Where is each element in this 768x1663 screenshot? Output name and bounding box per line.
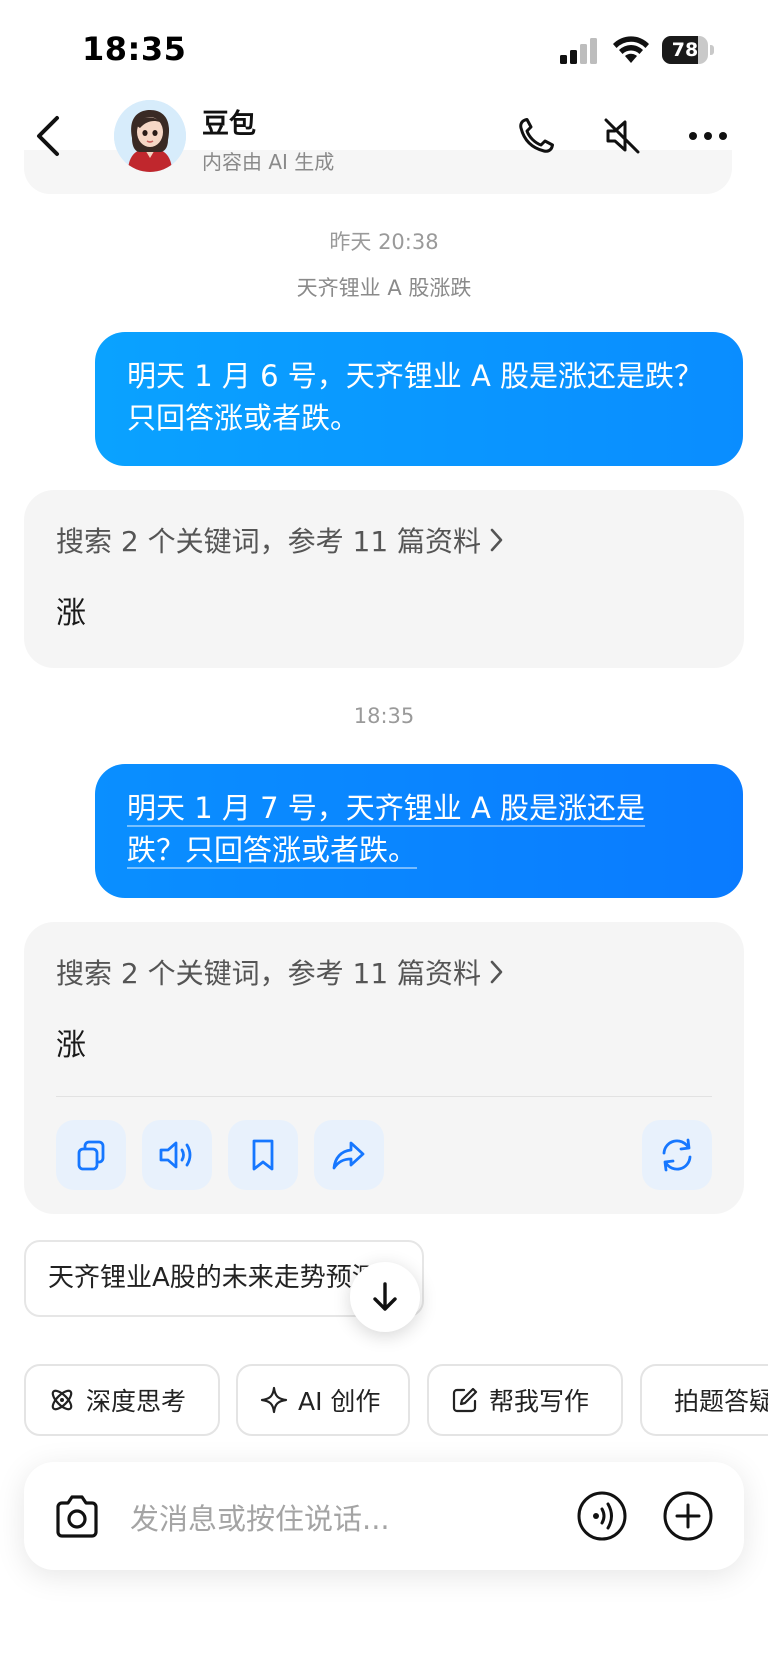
chip-label: AI 创作 [298, 1387, 381, 1416]
call-button[interactable] [512, 112, 560, 160]
camera-icon[interactable] [52, 1492, 102, 1542]
search-summary[interactable]: 搜索 2 个关键词，参考 11 篇资料 [56, 952, 505, 992]
bookmark-icon [252, 1139, 274, 1171]
regenerate-button[interactable] [642, 1120, 712, 1190]
arrow-down-icon [373, 1282, 397, 1311]
chevron-right-icon [490, 528, 503, 552]
chevron-right-icon [490, 960, 503, 984]
user-message-bubble[interactable]: 明天 1 月 7 号，天齐锂业 A 股是涨还是 跌？只回答涨或者跌。 [95, 764, 743, 898]
user-message-bubble[interactable]: 明天 1 月 6 号，天齐锂业 A 股是涨还是跌？只回答涨或者跌。 [95, 332, 743, 466]
timestamp: 18:35 [353, 704, 415, 728]
message-input[interactable]: 发消息或按住说话... [130, 1496, 390, 1538]
battery-percent: 78 [671, 39, 699, 61]
chevron-left-icon [37, 116, 59, 156]
timestamp: 昨天 20:38 [329, 230, 439, 254]
contact-name: 豆包 [202, 109, 256, 140]
chip-label: 拍题答疑 [674, 1387, 768, 1416]
share-arrow-icon [332, 1141, 365, 1170]
avatar[interactable] [114, 100, 186, 172]
user-message-line: 跌？只回答涨或者跌。 [127, 833, 418, 867]
ai-generated-notice: 内容由 AI 生成 [202, 150, 335, 174]
speaker-muted-icon [604, 118, 640, 154]
back-button[interactable] [28, 108, 68, 164]
chip-deep-thinking[interactable]: 深度思考 [24, 1364, 220, 1436]
chip-ai-create[interactable]: AI 创作 [236, 1364, 410, 1436]
divider [56, 1096, 712, 1097]
plus-circle-icon[interactable] [662, 1490, 714, 1542]
scroll-to-bottom-button[interactable] [350, 1262, 420, 1332]
search-summary-text: 搜索 2 个关键词，参考 11 篇资料 [56, 525, 482, 558]
user-message-text: 明天 1 月 6 号，天齐锂业 A 股是涨还是跌？只回答涨或者跌。 [127, 359, 704, 435]
chip-photo-question[interactable]: 拍题答疑 [640, 1364, 768, 1436]
bot-reply-card: 搜索 2 个关键词，参考 11 篇资料 涨 [24, 490, 744, 668]
search-summary-text: 搜索 2 个关键词，参考 11 篇资料 [56, 957, 482, 990]
edit-icon [452, 1387, 478, 1413]
topic-label: 天齐锂业 A 股涨跌 [296, 276, 472, 300]
phone-icon [519, 118, 554, 153]
wifi-icon [613, 36, 649, 63]
read-aloud-button[interactable] [142, 1120, 212, 1190]
battery-indicator: 78 [662, 36, 716, 64]
avatar-image [114, 100, 186, 172]
message-input-bar: 发消息或按住说话... [24, 1462, 744, 1570]
voice-input-icon[interactable] [576, 1490, 628, 1542]
refresh-icon [662, 1138, 692, 1172]
mute-button[interactable] [598, 112, 646, 160]
copy-icon [77, 1140, 105, 1171]
share-button[interactable] [314, 1120, 384, 1190]
status-time: 18:35 [82, 30, 187, 68]
bookmark-button[interactable] [228, 1120, 298, 1190]
bot-reply-card: 搜索 2 个关键词，参考 11 篇资料 涨 [24, 922, 744, 1214]
speaker-icon [159, 1141, 192, 1169]
more-dots-icon [689, 132, 727, 140]
chip-help-write[interactable]: 帮我写作 [427, 1364, 623, 1436]
user-message-line: 明天 1 月 7 号，天齐锂业 A 股是涨还是 [127, 791, 646, 825]
search-summary[interactable]: 搜索 2 个关键词，参考 11 篇资料 [56, 520, 505, 560]
chip-label: 深度思考 [86, 1387, 187, 1416]
bot-answer: 涨 [56, 1028, 86, 1063]
atom-icon [51, 1389, 73, 1411]
more-button[interactable] [684, 112, 732, 160]
sparkle-icon [260, 1386, 288, 1414]
bot-answer: 涨 [56, 596, 86, 631]
cellular-signal-icon [560, 38, 597, 64]
copy-button[interactable] [56, 1120, 126, 1190]
chip-label: 帮我写作 [489, 1387, 590, 1416]
